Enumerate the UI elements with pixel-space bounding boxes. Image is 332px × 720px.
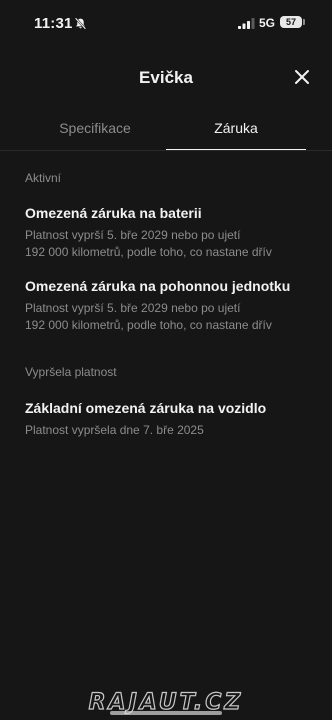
status-time: 11:31 <box>34 15 73 32</box>
warranty-title: Omezená záruka na baterii <box>25 205 202 221</box>
tabs-divider <box>0 150 332 151</box>
warranty-title: Základní omezená záruka na vozidlo <box>25 400 267 416</box>
section-label-active: Aktivní <box>25 171 62 185</box>
warranty-desc-line: Platnost vyprší 5. bře 2029 nebo po ujet… <box>25 301 241 315</box>
tab-bar: Specifikace Záruka <box>0 111 332 151</box>
warranty-desc-line: Platnost vypršela dne 7. bře 2025 <box>25 423 204 437</box>
bell-slash-icon <box>74 17 87 30</box>
warranty-item-vehicle[interactable]: Základní omezená záruka na vozidlo Platn… <box>25 400 318 439</box>
close-icon[interactable] <box>294 69 310 85</box>
battery-icon: 57 <box>280 16 302 28</box>
section-label-expired: Vypršela platnost <box>25 365 117 379</box>
status-bar: 11:31 5G 57 <box>0 0 332 48</box>
cellular-signal-icon <box>238 18 255 29</box>
warranty-desc-line: Platnost vyprší 5. bře 2029 nebo po ujet… <box>25 228 241 242</box>
home-indicator[interactable] <box>110 711 222 715</box>
battery-tip <box>303 19 305 25</box>
tab-zaruka[interactable]: Záruka <box>166 111 306 151</box>
warranty-title: Omezená záruka na pohonnou jednotku <box>25 278 291 294</box>
warranty-item-powertrain[interactable]: Omezená záruka na pohonnou jednotku Plat… <box>25 278 318 334</box>
warranty-item-battery[interactable]: Omezená záruka na baterii Platnost vyprš… <box>25 205 318 261</box>
page-title: Evička <box>139 68 193 87</box>
warranty-desc-line: 192 000 kilometrů, podle toho, co nastan… <box>25 318 272 332</box>
network-type: 5G <box>259 16 276 30</box>
tab-specifikace[interactable]: Specifikace <box>25 111 165 149</box>
warranty-desc-line: 192 000 kilometrů, podle toho, co nastan… <box>25 245 272 259</box>
